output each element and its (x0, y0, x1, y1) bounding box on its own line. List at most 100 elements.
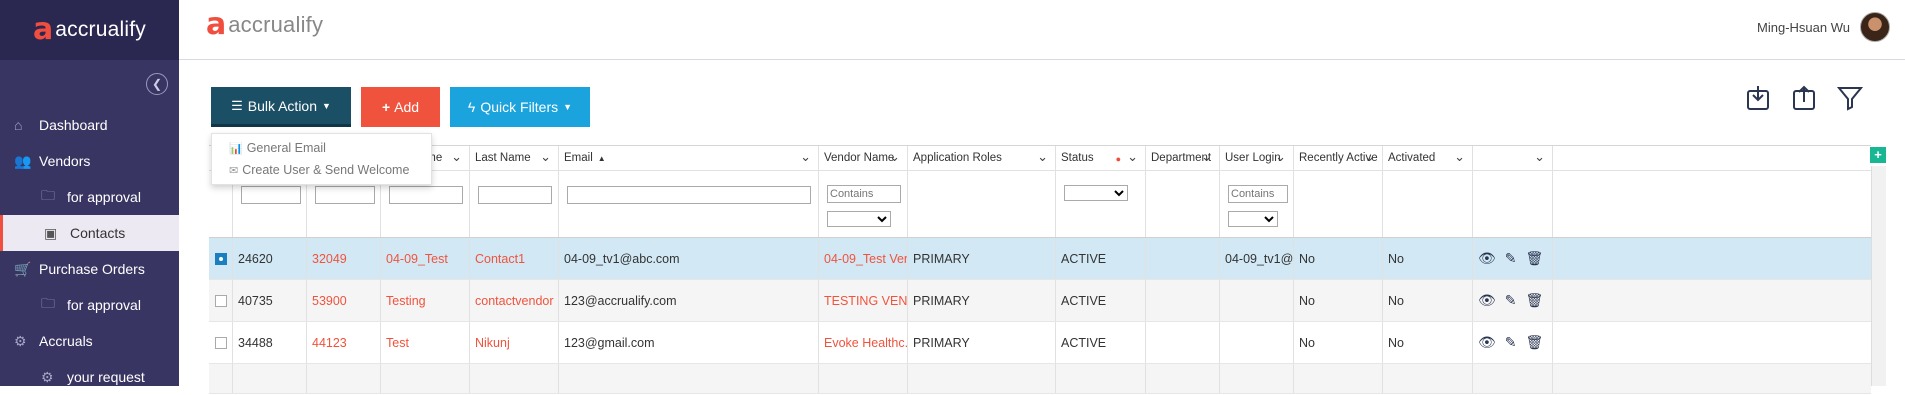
column-menu-icon[interactable]: ⌄ (1534, 149, 1545, 165)
cell-email: 04-09_tv1@abc.com (559, 238, 819, 279)
view-icon[interactable]: 👁 (1478, 334, 1496, 351)
cell-status: ACTIVE (1056, 322, 1146, 363)
chevron-down-icon[interactable]: ⌄ (1275, 149, 1286, 165)
top-bar: a accrualify Ming-Hsuan Wu (179, 0, 1905, 60)
menu-item-create-user[interactable]: ✉ Create User & Send Welcome (212, 159, 431, 181)
row-checkbox[interactable] (215, 252, 227, 265)
column-header-vendor[interactable]: Vendor Name ⌄ (819, 146, 908, 170)
grid-toolbar: ☰ Bulk Action ▼ + Add ϟ Quick Filters ▼ (211, 87, 590, 127)
filter-select-status[interactable] (1064, 185, 1128, 201)
row-checkbox[interactable] (215, 336, 227, 349)
filter-contains-vendor[interactable] (827, 185, 901, 203)
table-row[interactable]: 40735 53900 Testing contactvendor 123@accrua… (209, 280, 1871, 322)
filter-icon[interactable] (1837, 84, 1863, 112)
cell-vendor[interactable]: Evoke Healthc... (819, 322, 908, 363)
cell-vendor[interactable]: 04-09_Test Ven... (819, 238, 908, 279)
sidebar-item-for-approval[interactable]: 🗀 for approval (0, 287, 179, 323)
filter-contains-login[interactable] (1228, 185, 1288, 203)
chevron-down-icon[interactable]: ⌄ (451, 149, 462, 165)
cell-first[interactable]: 04-09_Test (381, 238, 470, 279)
header-logo[interactable]: a accrualify (206, 10, 323, 40)
sidebar-item-contacts[interactable]: ▣ Contacts (0, 215, 179, 251)
logo-mark: a (206, 7, 227, 42)
cell-last[interactable]: contactvendor (470, 280, 559, 321)
table-row[interactable]: 24620 32049 04-09_Test Contact1 04-09_tv1@ab… (209, 238, 1871, 280)
edit-icon[interactable]: ✎ (1505, 334, 1517, 351)
cell-vid[interactable]: 53900 (307, 280, 381, 321)
filter-cell-actions (1473, 171, 1553, 237)
delete-icon[interactable]: 🗑 (1526, 334, 1544, 351)
upload-icon[interactable] (1791, 84, 1817, 112)
column-header-roles[interactable]: Application Roles ⌄ (908, 146, 1056, 170)
chevron-down-icon[interactable]: ⌄ (1037, 149, 1048, 165)
chevron-down-icon[interactable]: ⌄ (1127, 149, 1138, 165)
column-header-last[interactable]: Last Name ⌄ (470, 146, 559, 170)
sidebar-item-label: Accruals (39, 333, 93, 349)
view-icon[interactable]: 👁 (1478, 250, 1496, 267)
menu-item-general-email[interactable]: 📊 General Email (212, 137, 431, 159)
bulk-action-button[interactable]: ☰ Bulk Action ▼ (211, 87, 351, 127)
table-row[interactable] (209, 364, 1871, 394)
cell-id: 40735 (233, 280, 307, 321)
table-row[interactable]: 34488 44123 Test Nikunj 123@gmail.com Evoke H… (209, 322, 1871, 364)
column-header-status[interactable]: Status ● ⌄ (1056, 146, 1146, 170)
filter-input-id[interactable] (241, 186, 301, 204)
row-checkbox[interactable] (215, 294, 227, 307)
quick-filters-label: Quick Filters (480, 99, 559, 115)
view-icon[interactable]: 👁 (1478, 292, 1496, 309)
sidebar-item-vendors[interactable]: 👥 Vendors (0, 143, 179, 179)
column-header-recent[interactable]: Recently Active ⌄ (1294, 146, 1383, 170)
column-header-actions[interactable]: ⌄ (1473, 146, 1553, 170)
sidebar-logo[interactable]: a accrualify (33, 15, 146, 45)
chevron-down-icon[interactable]: ⌄ (1364, 149, 1375, 165)
cell-login (1220, 322, 1294, 363)
column-header-email[interactable]: Email ▲ ⌄ (559, 146, 819, 170)
filter-input-email[interactable] (567, 186, 811, 204)
column-header-dept[interactable]: Department ⌄ (1146, 146, 1220, 170)
cell-vid[interactable]: 44123 (307, 322, 381, 363)
delete-icon[interactable]: 🗑 (1526, 250, 1544, 267)
column-header-login[interactable]: User Login ⌄ (1220, 146, 1294, 170)
user-menu[interactable]: Ming-Hsuan Wu (1757, 12, 1890, 42)
cell-last[interactable]: Contact1 (470, 238, 559, 279)
chevron-down-icon[interactable]: ⌄ (1454, 149, 1465, 165)
contact-card-icon: ▣ (44, 224, 58, 241)
column-header-activated[interactable]: Activated ⌄ (1383, 146, 1473, 170)
sort-asc-icon[interactable]: ▲ (598, 154, 606, 163)
avatar[interactable] (1860, 12, 1890, 42)
add-column-button[interactable]: + (1870, 147, 1886, 163)
chevron-down-icon[interactable]: ⌄ (800, 149, 811, 165)
cell-first[interactable]: Testing (381, 280, 470, 321)
info-icon[interactable]: ● (1116, 154, 1121, 164)
collapse-sidebar-icon[interactable]: ❮ (146, 73, 168, 95)
sidebar-item-label: Vendors (39, 153, 91, 169)
contacts-grid: ⌄⌄First Name⌄Last Name⌄Email▲⌄Vendor Nam… (209, 145, 1871, 394)
chevron-down-icon[interactable]: ⌄ (540, 149, 551, 165)
filter-input-last[interactable] (478, 186, 552, 204)
filter-select-login[interactable] (1228, 211, 1278, 227)
filter-input-first[interactable] (389, 186, 463, 204)
sidebar-item-dashboard[interactable]: ⌂ Dashboard (0, 107, 179, 143)
add-button[interactable]: + Add (361, 87, 440, 127)
chevron-down-icon[interactable]: ⌄ (1201, 149, 1212, 165)
sidebar-item-purchase-orders[interactable]: 🛒 Purchase Orders (0, 251, 179, 287)
cell-last[interactable]: Nikunj (470, 322, 559, 363)
cell-value: Nikunj (475, 335, 510, 350)
cell-vid[interactable]: 32049 (307, 238, 381, 279)
sidebar-item-accruals[interactable]: ⚙ Accruals (0, 323, 179, 359)
chevron-down-icon[interactable]: ⌄ (889, 149, 900, 165)
vertical-scrollbar[interactable] (1871, 166, 1886, 386)
quick-filters-button[interactable]: ϟ Quick Filters ▼ (450, 87, 590, 127)
edit-icon[interactable]: ✎ (1505, 250, 1517, 267)
sidebar-item-your-request[interactable]: ⚙ your request (0, 359, 179, 395)
sidebar-item-for-approval[interactable]: 🗀 for approval (0, 179, 179, 215)
cell-vendor[interactable]: TESTING VEND... (819, 280, 908, 321)
cell-first[interactable]: Test (381, 322, 470, 363)
filter-input-vid[interactable] (315, 186, 375, 204)
delete-icon[interactable]: 🗑 (1526, 292, 1544, 309)
download-icon[interactable] (1745, 84, 1771, 112)
filter-select-vendor[interactable] (827, 211, 891, 227)
edit-icon[interactable]: ✎ (1505, 292, 1517, 309)
filter-cell-dept (1146, 171, 1220, 237)
logo-mark: a (33, 12, 54, 47)
